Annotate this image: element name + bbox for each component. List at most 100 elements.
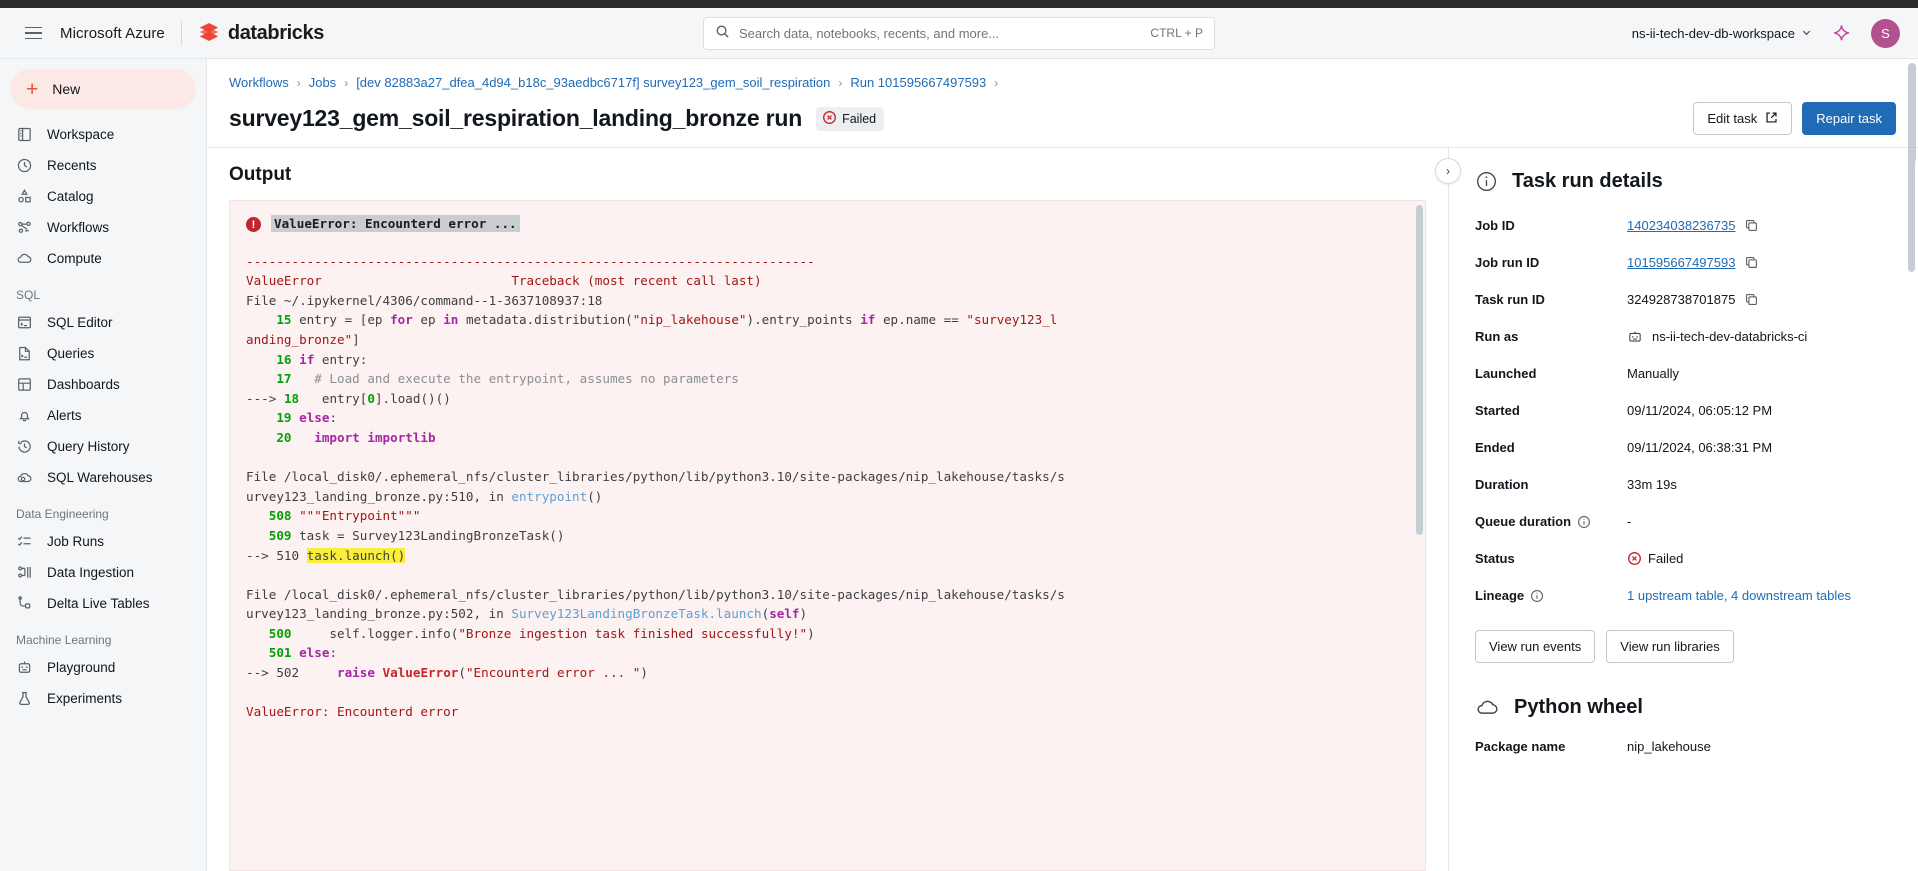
sidebar-item-label: Compute: [47, 251, 102, 266]
workspace-selector[interactable]: ns-ii-tech-dev-db-workspace: [1632, 26, 1812, 41]
view-run-libraries-button[interactable]: View run libraries: [1606, 630, 1734, 663]
error-headline: ValueError: Encounterd error ...: [271, 215, 520, 232]
avatar-initial: S: [1881, 25, 1890, 41]
global-search[interactable]: Search data, notebooks, recents, and mor…: [703, 16, 1215, 50]
breadcrumb-separator: ›: [344, 75, 349, 90]
sidebar-item-workspace[interactable]: Workspace: [0, 119, 206, 150]
sidebar-item-job-runs[interactable]: Job Runs: [0, 526, 206, 557]
task-run-details-header: Task run details: [1475, 170, 1892, 193]
lineage-link[interactable]: 1 upstream table, 4 downstream tables: [1627, 588, 1851, 603]
sidebar-item-label: SQL Editor: [47, 315, 113, 330]
python-wheel-header: Python wheel: [1475, 695, 1892, 720]
traceback-scroll-area[interactable]: ! ValueError: Encounterd error ... -----…: [207, 200, 1448, 871]
warehouse-icon: [16, 469, 33, 486]
page-title: survey123_gem_soil_respiration_landing_b…: [229, 105, 803, 131]
python-wheel-title: Python wheel: [1514, 696, 1643, 718]
catalog-icon: [16, 188, 33, 205]
top-header: Microsoft Azure databricks Search data, …: [0, 8, 1918, 59]
bell-icon: [16, 407, 33, 424]
sidebar-item-label: Delta Live Tables: [47, 596, 150, 611]
repair-task-button[interactable]: Repair task: [1802, 102, 1896, 135]
page-scrollbar[interactable]: [1908, 63, 1916, 163]
clock-icon: [16, 157, 33, 174]
cloud-icon: [16, 250, 33, 267]
sidebar-item-queries[interactable]: Queries: [0, 338, 206, 369]
workspace-icon: [16, 126, 33, 143]
sidebar-item-experiments[interactable]: Experiments: [0, 683, 206, 714]
history-icon: [16, 438, 33, 455]
detail-key: Queue duration: [1475, 514, 1572, 529]
hamburger-menu-icon[interactable]: [18, 18, 48, 48]
sidebar-item-label: Experiments: [47, 691, 123, 706]
search-placeholder: Search data, notebooks, recents, and mor…: [739, 25, 1000, 41]
info-icon[interactable]: [1475, 170, 1498, 193]
detail-value: nip_lakehouse: [1627, 739, 1711, 754]
sidebar-item-delta-live-tables[interactable]: Delta Live Tables: [0, 588, 206, 619]
detail-key: Run as: [1475, 329, 1519, 344]
detail-row-job-run-id: Job run ID 101595667497593: [1475, 244, 1892, 281]
sidebar-item-alerts[interactable]: Alerts: [0, 400, 206, 431]
sidebar-item-dashboards[interactable]: Dashboards: [0, 369, 206, 400]
robot-icon: [16, 659, 33, 676]
sidebar: + New Workspace Recents Catalog Workflow…: [0, 59, 207, 871]
chevron-down-icon: [1801, 26, 1812, 41]
sidebar-item-sql-warehouses[interactable]: SQL Warehouses: [0, 462, 206, 493]
detail-value: 324928738701875: [1627, 292, 1736, 307]
right-panel-scrollbar[interactable]: [1908, 152, 1915, 272]
sidebar-item-playground[interactable]: Playground: [0, 652, 206, 683]
breadcrumb-item-workflows[interactable]: Workflows: [229, 75, 289, 90]
sidebar-item-catalog[interactable]: Catalog: [0, 181, 206, 212]
edit-task-button[interactable]: Edit task: [1693, 102, 1793, 135]
sidebar-section-sql: SQL: [16, 288, 41, 302]
detail-value-link[interactable]: 140234038236735: [1627, 218, 1735, 233]
failed-circle-icon: [1627, 551, 1642, 566]
detail-row-queue-duration: Queue duration -: [1475, 503, 1892, 540]
workspace-name: ns-ii-tech-dev-db-workspace: [1631, 25, 1795, 41]
databricks-logo[interactable]: databricks: [198, 21, 324, 46]
assistant-sparkle-icon[interactable]: [1832, 24, 1851, 43]
detail-value: -: [1627, 514, 1632, 529]
sidebar-item-label: Query History: [47, 439, 130, 454]
sidebar-item-compute[interactable]: Compute: [0, 243, 206, 274]
traceback-scrollbar[interactable]: [1416, 205, 1423, 535]
sidebar-item-workflows[interactable]: Workflows: [0, 212, 206, 243]
detail-key: Task run ID: [1475, 292, 1545, 307]
copy-icon[interactable]: [1744, 292, 1759, 307]
sidebar-item-sql-editor[interactable]: SQL Editor: [0, 307, 206, 338]
detail-key: Ended: [1475, 440, 1515, 455]
breadcrumb-item-job[interactable]: [dev 82883a27_dfea_4d94_b18c_93aedbc6717…: [356, 75, 830, 90]
sidebar-item-label: Workflows: [47, 220, 110, 235]
breadcrumb: Workflows › Jobs › [dev 82883a27_dfea_4d…: [229, 75, 1896, 90]
sidebar-item-label: Playground: [47, 660, 116, 675]
sidebar-item-label: Catalog: [47, 189, 94, 204]
detail-value-link[interactable]: 101595667497593: [1627, 255, 1735, 270]
info-icon[interactable]: [1577, 515, 1591, 529]
detail-row-package-name: Package name nip_lakehouse: [1475, 728, 1892, 765]
detail-row-started: Started 09/11/2024, 06:05:12 PM: [1475, 392, 1892, 429]
detail-key: Lineage: [1475, 588, 1525, 603]
traceback-body: ----------------------------------------…: [246, 253, 1065, 720]
breadcrumb-item-run[interactable]: Run 101595667497593: [850, 75, 986, 90]
failed-circle-icon: [822, 110, 837, 128]
avatar[interactable]: S: [1871, 18, 1900, 48]
sidebar-item-query-history[interactable]: Query History: [0, 431, 206, 462]
copy-icon[interactable]: [1744, 255, 1759, 270]
detail-row-duration: Duration 33m 19s: [1475, 466, 1892, 503]
search-input[interactable]: Search data, notebooks, recents, and mor…: [703, 16, 1215, 50]
copy-icon[interactable]: [1744, 218, 1759, 233]
collapse-panel-button[interactable]: ›: [1435, 158, 1461, 184]
sidebar-item-data-ingestion[interactable]: Data Ingestion: [0, 557, 206, 588]
sidebar-item-recents[interactable]: Recents: [0, 150, 206, 181]
delta-live-tables-icon: [16, 595, 33, 612]
error-traceback: ! ValueError: Encounterd error ... -----…: [229, 200, 1426, 871]
sidebar-section-machine-learning: Machine Learning: [16, 633, 112, 647]
detail-value: ns-ii-tech-dev-databricks-ci: [1652, 329, 1808, 344]
detail-value: 33m 19s: [1627, 477, 1677, 492]
info-icon[interactable]: [1530, 589, 1544, 603]
view-run-events-button[interactable]: View run events: [1475, 630, 1596, 663]
breadcrumb-item-jobs[interactable]: Jobs: [309, 75, 336, 90]
azure-label: Microsoft Azure: [60, 24, 165, 42]
sidebar-item-label: Queries: [47, 346, 95, 361]
new-button[interactable]: + New: [10, 69, 196, 109]
experiments-icon: [16, 690, 33, 707]
